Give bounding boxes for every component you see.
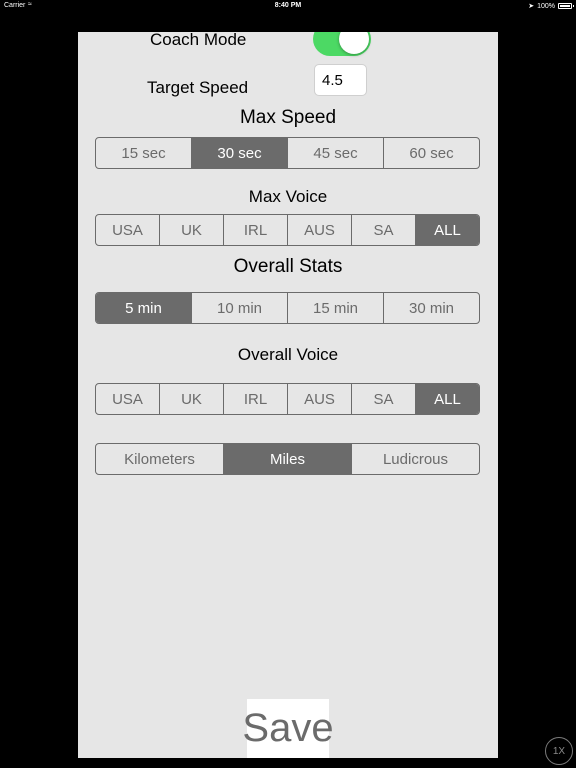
segment-all[interactable]: ALL: [415, 215, 479, 245]
segment-ludicrous[interactable]: Ludicrous: [351, 444, 479, 474]
segment-irl[interactable]: IRL: [223, 384, 287, 414]
segment-usa[interactable]: USA: [96, 215, 159, 245]
overall-voice-segmented-control: USA UK IRL AUS SA ALL: [95, 383, 480, 415]
coach-mode-toggle[interactable]: [313, 32, 371, 56]
battery-icon: [558, 3, 574, 9]
battery-fill: [560, 5, 570, 7]
segment-45-sec[interactable]: 45 sec: [287, 138, 383, 168]
location-arrow-icon: ➤: [528, 3, 535, 10]
segment-uk[interactable]: UK: [159, 384, 223, 414]
status-bar: Carrier ≈ 8:40 PM ➤ 100%: [0, 0, 576, 12]
max-speed-segmented-control: 15 sec 30 sec 45 sec 60 sec: [95, 137, 480, 169]
segment-kilometers[interactable]: Kilometers: [96, 444, 223, 474]
segment-15-min[interactable]: 15 min: [287, 293, 383, 323]
segment-all[interactable]: ALL: [415, 384, 479, 414]
overall-stats-heading: Overall Stats: [233, 256, 343, 277]
target-speed-input[interactable]: [314, 64, 367, 96]
target-speed-label: Target Speed: [147, 78, 249, 97]
segment-sa[interactable]: SA: [351, 215, 415, 245]
max-speed-heading: Max Speed: [239, 107, 337, 128]
segment-uk[interactable]: UK: [159, 215, 223, 245]
max-voice-segmented-control: USA UK IRL AUS SA ALL: [95, 214, 480, 246]
status-time: 8:40 PM: [274, 2, 302, 9]
segment-5-min[interactable]: 5 min: [96, 293, 191, 323]
segment-10-min[interactable]: 10 min: [191, 293, 287, 323]
segment-usa[interactable]: USA: [96, 384, 159, 414]
segment-miles[interactable]: Miles: [223, 444, 351, 474]
battery-percent: 100%: [537, 2, 555, 10]
segment-irl[interactable]: IRL: [223, 215, 287, 245]
coach-mode-label: Coach Mode: [150, 32, 247, 49]
segment-aus[interactable]: AUS: [287, 215, 351, 245]
zoom-button[interactable]: 1X: [545, 737, 573, 765]
overall-stats-segmented-control: 5 min 10 min 15 min 30 min: [95, 292, 480, 324]
segment-sa[interactable]: SA: [351, 384, 415, 414]
units-segmented-control: Kilometers Miles Ludicrous: [95, 443, 480, 475]
settings-panel: Coach Mode Target Speed Max Speed 15 sec…: [78, 32, 498, 758]
overall-voice-heading: Overall Voice: [237, 345, 339, 364]
segment-30-sec[interactable]: 30 sec: [191, 138, 287, 168]
toggle-knob: [339, 32, 369, 54]
max-voice-heading: Max Voice: [248, 187, 328, 206]
segment-30-min[interactable]: 30 min: [383, 293, 479, 323]
status-right: ➤ 100%: [528, 2, 574, 10]
segment-15-sec[interactable]: 15 sec: [96, 138, 191, 168]
segment-60-sec[interactable]: 60 sec: [383, 138, 479, 168]
save-button[interactable]: Save: [242, 699, 334, 758]
segment-aus[interactable]: AUS: [287, 384, 351, 414]
